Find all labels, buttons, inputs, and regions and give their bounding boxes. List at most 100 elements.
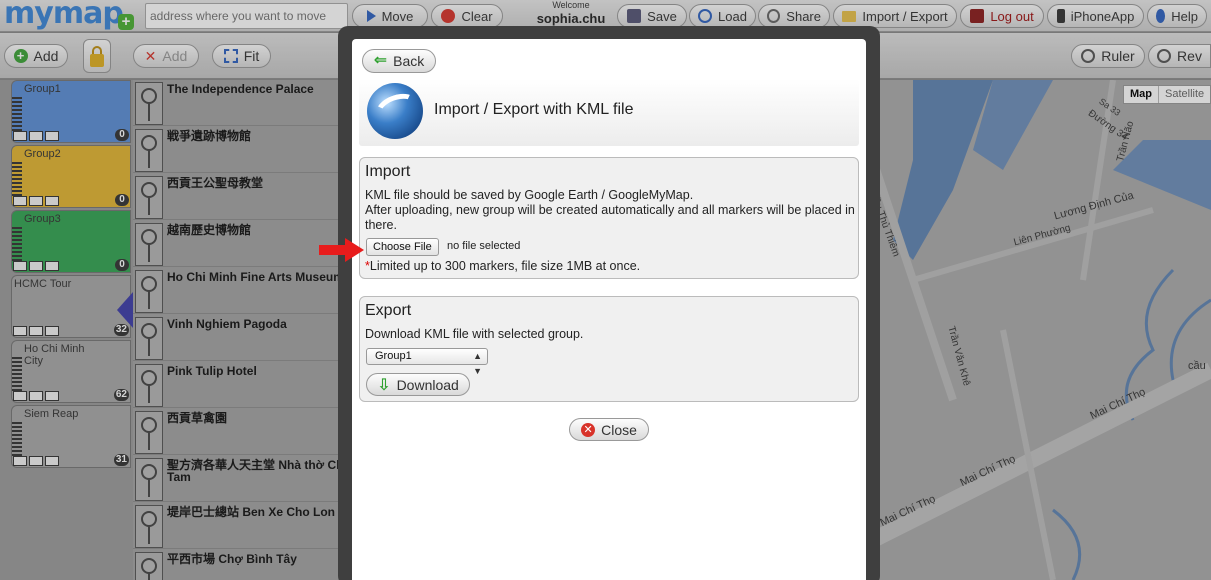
group-icons <box>13 456 59 466</box>
import-export-dialog: ⇐ Back Import / Export with KML file Imp… <box>352 39 866 580</box>
pin-icon <box>135 505 163 548</box>
list-item[interactable]: 戦爭遺跡博物館 <box>133 127 353 173</box>
list-item[interactable]: Pink Tulip Hotel <box>133 362 353 408</box>
group-name: Siem Reap <box>24 408 79 420</box>
map-view-button[interactable]: Map <box>1124 86 1158 103</box>
list-item[interactable]: Vinh Nghiem Pagoda <box>133 315 353 361</box>
lock-icon[interactable] <box>29 131 43 141</box>
group-tab[interactable]: Group1 0 <box>11 80 131 143</box>
red-arrow-icon <box>319 238 364 262</box>
binder-rings <box>12 97 22 131</box>
fit-icon <box>223 49 238 63</box>
clear-icon <box>441 9 456 23</box>
mymap-logo[interactable]: mymap + <box>0 0 140 32</box>
group-count: 0 <box>115 129 129 141</box>
group-name: Group2 <box>24 148 61 160</box>
pin-icon <box>135 176 163 219</box>
move-label: Move <box>381 8 414 24</box>
clear-button[interactable]: Clear <box>431 4 503 28</box>
rev-icon <box>1157 49 1172 63</box>
fit-label: Fit <box>243 48 260 64</box>
move-button[interactable]: Move <box>352 4 428 28</box>
list-icon[interactable] <box>45 196 59 206</box>
list-item[interactable]: 西貢王公聖母教堂 <box>133 174 353 220</box>
save-button[interactable]: Save <box>617 4 687 28</box>
fit-button[interactable]: Fit <box>212 44 271 68</box>
lock-icon[interactable] <box>83 39 111 73</box>
add-icon: + <box>13 49 28 63</box>
group-tab[interactable]: HCMC Tour 32 <box>11 275 131 338</box>
list-icon[interactable] <box>45 391 59 401</box>
list-item[interactable]: 西貢草禽園 <box>133 409 353 455</box>
add-group-button[interactable]: + Add <box>4 44 68 68</box>
group-tab[interactable]: Group2 0 <box>11 145 131 208</box>
marker-name: 平西市場 Chợ Bình Tây <box>167 552 297 566</box>
group-name: Group3 <box>24 213 61 225</box>
share-button[interactable]: Share <box>758 4 830 28</box>
eye-icon[interactable] <box>13 391 27 401</box>
list-item[interactable]: Ho Chi Minh Fine Arts Museum <box>133 268 353 314</box>
pin-icon <box>135 223 163 266</box>
group-tab[interactable]: Siem Reap 31 <box>11 405 131 468</box>
close-button[interactable]: ✕ Close <box>569 418 649 441</box>
load-button[interactable]: Load <box>689 4 756 28</box>
choose-file-button[interactable]: Choose File <box>366 238 439 256</box>
group-tab[interactable]: Ho Chi Minh City 62 <box>11 340 131 403</box>
iphone-app-button[interactable]: iPhoneApp <box>1047 4 1144 28</box>
list-icon[interactable] <box>45 456 59 466</box>
lock-icon[interactable] <box>29 456 43 466</box>
group-tab[interactable]: Group3 0 <box>11 210 131 273</box>
group-name: Group1 <box>24 83 61 95</box>
import-desc-1: KML file should be saved by Google Earth… <box>365 188 694 202</box>
load-label: Load <box>718 8 747 24</box>
close-icon: ✕ <box>581 422 596 437</box>
back-button[interactable]: ⇐ Back <box>362 49 436 73</box>
group-icons <box>13 131 59 141</box>
import-heading: Import <box>365 163 411 180</box>
list-icon[interactable] <box>45 131 59 141</box>
group-select[interactable]: Group1 ▲ ▼ <box>366 348 488 376</box>
clear-label: Clear <box>461 8 493 24</box>
plus-icon: + <box>118 14 134 30</box>
address-input[interactable] <box>145 3 348 29</box>
group-count: 31 <box>113 454 129 466</box>
list-item[interactable]: 平西市場 Chợ Bình Tây <box>133 550 353 580</box>
add-marker-button[interactable]: ✕ Add <box>133 44 199 68</box>
ruler-button[interactable]: Ruler <box>1071 44 1145 68</box>
eye-icon[interactable] <box>13 196 27 206</box>
road-line <box>912 207 1154 283</box>
help-button[interactable]: Help <box>1147 4 1207 28</box>
eye-icon[interactable] <box>13 131 27 141</box>
lock-icon[interactable] <box>29 326 43 336</box>
marker-name: 堤岸巴士總站 Ben Xe Cho Lon <box>167 505 336 519</box>
binder-rings <box>12 227 22 261</box>
group-name: Ho Chi Minh City <box>24 343 85 367</box>
add-group-label: Add <box>33 48 59 64</box>
group-icons <box>13 391 59 401</box>
rev-button[interactable]: Rev <box>1148 44 1211 68</box>
welcome-label: Welcome <box>552 0 590 10</box>
list-item[interactable]: 堤岸巴士總站 Ben Xe Cho Lon <box>133 503 353 549</box>
logout-button[interactable]: Log out <box>960 4 1044 28</box>
marker-name: Vinh Nghiem Pagoda <box>167 317 287 331</box>
ruler-label: Ruler <box>1101 48 1135 64</box>
eye-icon[interactable] <box>13 326 27 336</box>
list-item[interactable]: The Independence Palace <box>133 80 353 126</box>
lock-icon[interactable] <box>29 196 43 206</box>
x-icon: ✕ <box>144 47 157 64</box>
group-list: Group1 0 Group2 0 Group3 0 HCMC Tour 32 … <box>0 80 133 580</box>
pin-icon <box>135 364 163 407</box>
map-type-toggle: Map Satellite <box>1123 85 1211 104</box>
import-export-button[interactable]: Import / Export <box>833 4 957 28</box>
lock-icon[interactable] <box>29 391 43 401</box>
satellite-view-button[interactable]: Satellite <box>1158 86 1210 103</box>
list-item[interactable]: 聖方濟各華人天主堂 Nhà thờ Cha Tam <box>133 456 353 502</box>
dialog-title: Import / Export with KML file <box>434 101 634 118</box>
eye-icon[interactable] <box>13 261 27 271</box>
lock-icon[interactable] <box>29 261 43 271</box>
eye-icon[interactable] <box>13 456 27 466</box>
limit-note: *Limited up to 300 markers, file size 1M… <box>365 259 640 273</box>
download-button[interactable]: ⇩ Download <box>366 373 470 396</box>
list-icon[interactable] <box>45 326 59 336</box>
list-icon[interactable] <box>45 261 59 271</box>
